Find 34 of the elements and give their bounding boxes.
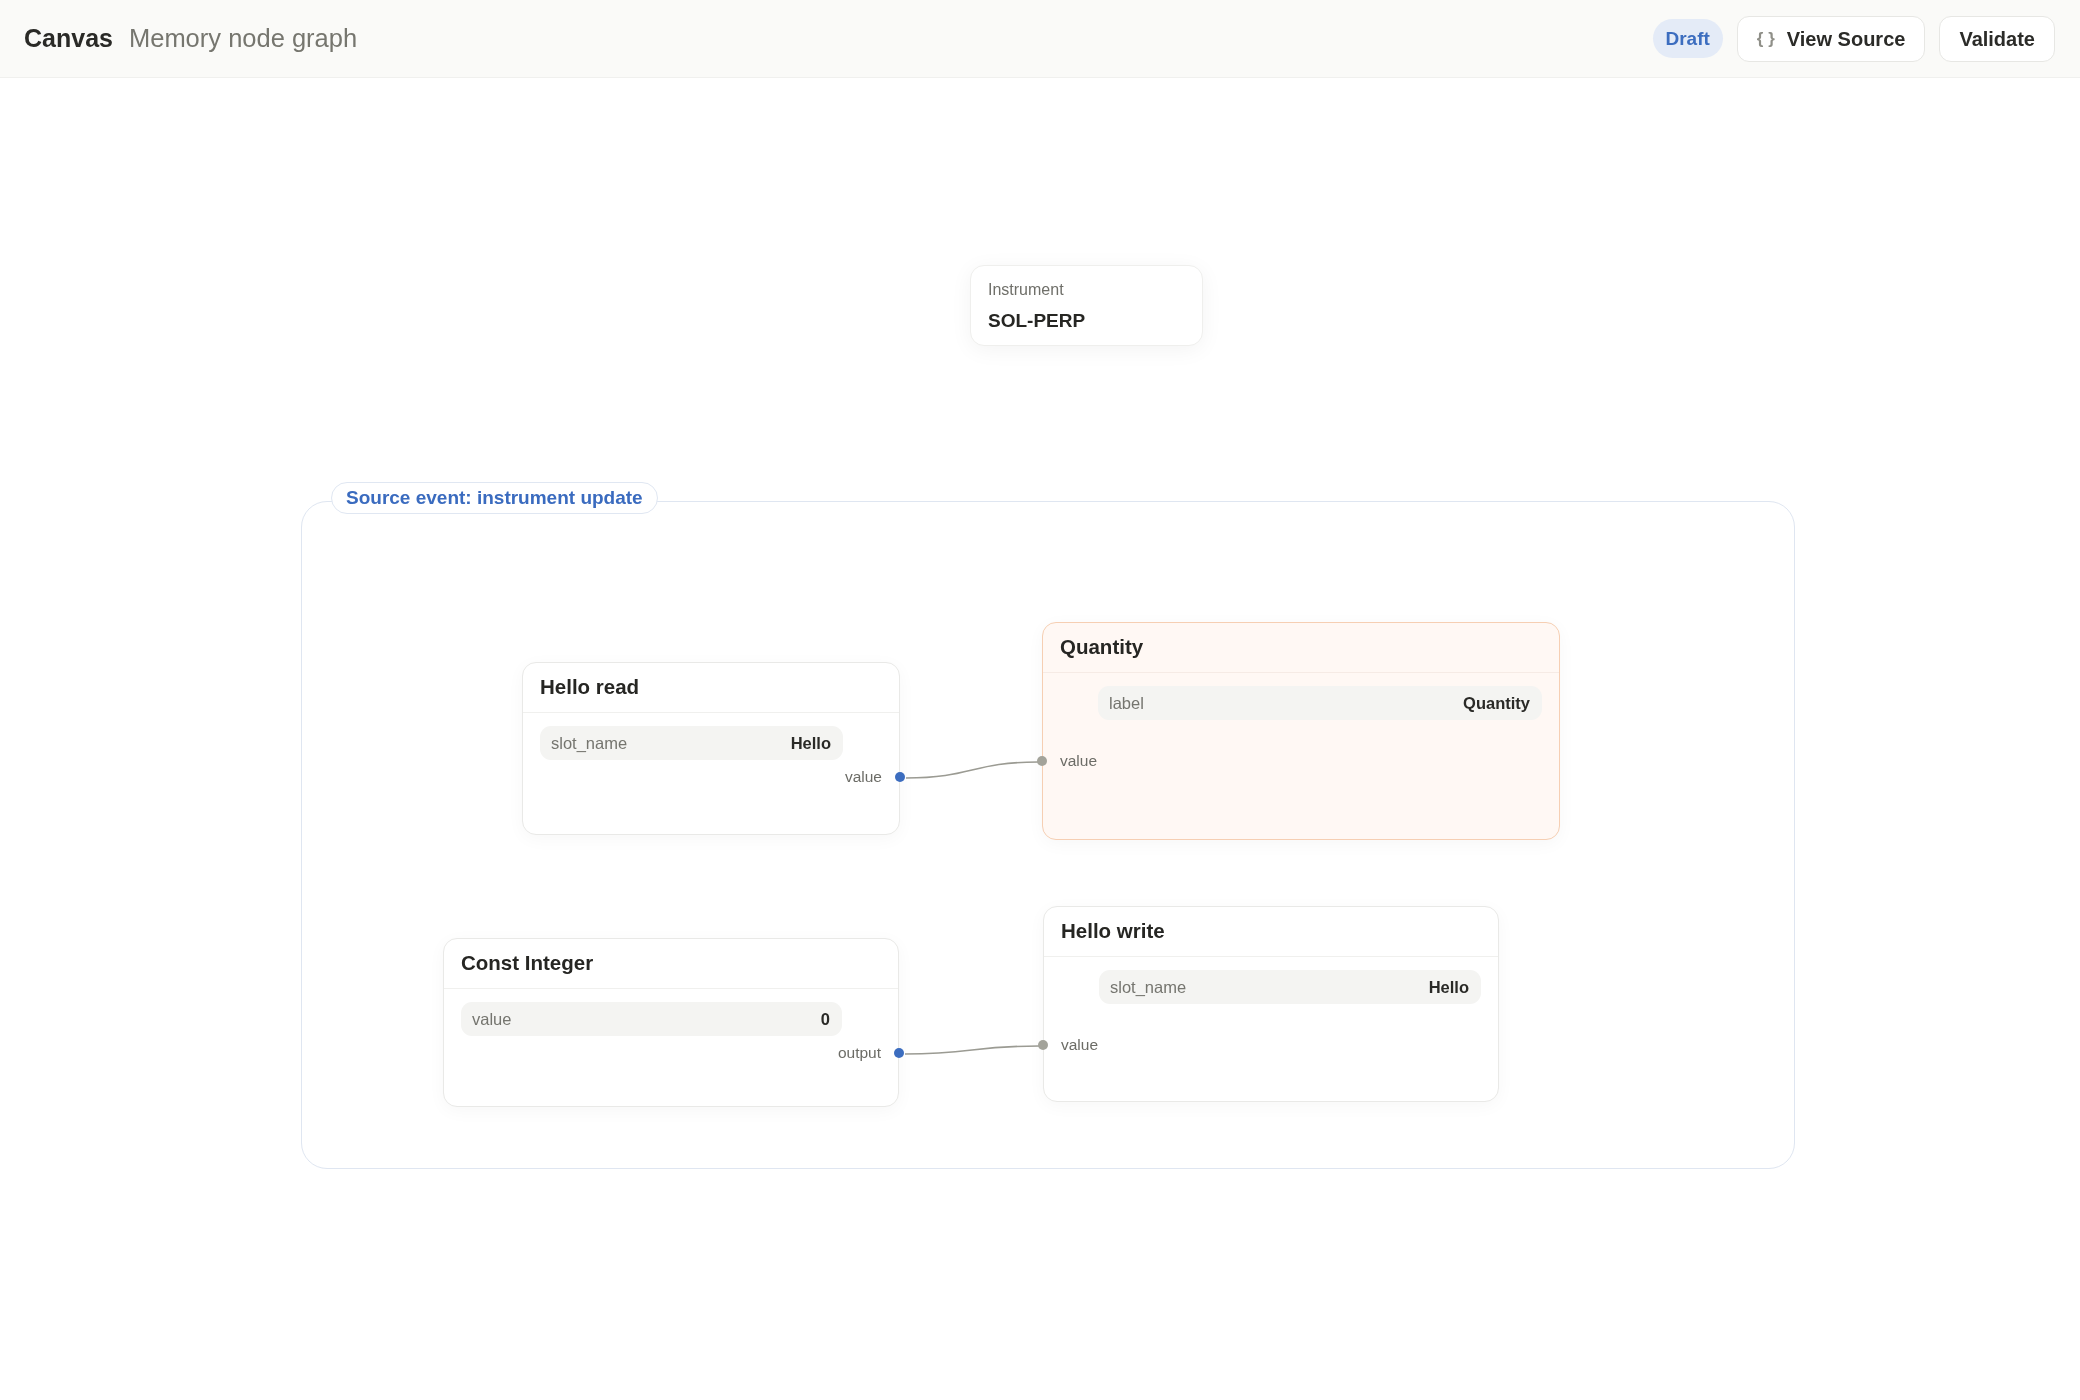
param-row[interactable]: label Quantity xyxy=(1098,686,1542,720)
port-dot-icon[interactable] xyxy=(1037,756,1047,766)
node-title: Hello write xyxy=(1061,918,1165,945)
param-row[interactable]: value 0 xyxy=(461,1002,842,1036)
param-value: 0 xyxy=(820,1008,830,1030)
port-dot-icon[interactable] xyxy=(895,772,905,782)
param-value: Hello xyxy=(1428,976,1469,998)
value-node-label: Instrument xyxy=(988,280,1065,300)
braces-icon: { } xyxy=(1756,25,1775,52)
port-label: value xyxy=(844,767,882,788)
port-label: value xyxy=(1060,751,1098,772)
app-title: Canvas xyxy=(24,23,113,55)
value-node-value: SOL-PERP xyxy=(988,310,1087,332)
param-value: Hello xyxy=(790,732,831,754)
node-title: Hello read xyxy=(540,674,640,701)
port-label: value xyxy=(1061,1035,1099,1056)
status-badge: Draft xyxy=(1652,19,1723,58)
validate-button[interactable]: Validate xyxy=(1939,15,2055,62)
value-node-card[interactable]: Instrument SOL-PERP xyxy=(970,265,1203,346)
view-source-button[interactable]: { } View Source xyxy=(1736,15,1926,62)
port-label: output xyxy=(837,1043,881,1064)
group-label: Source event: instrument update xyxy=(331,482,658,514)
node-title: Const Integer xyxy=(461,950,594,977)
param-name: slot_name xyxy=(551,732,628,754)
param-name: value xyxy=(472,1008,512,1030)
port-dot-icon[interactable] xyxy=(894,1048,904,1058)
param-name: label xyxy=(1109,692,1144,714)
port-dot-icon[interactable] xyxy=(1038,1040,1048,1050)
param-row[interactable]: slot_name Hello xyxy=(540,726,843,760)
param-row[interactable]: slot_name Hello xyxy=(1099,970,1481,1004)
param-value: Quantity xyxy=(1463,692,1530,714)
param-name: slot_name xyxy=(1110,976,1187,998)
app-subtitle: Memory node graph xyxy=(128,23,358,55)
node-title: Quantity xyxy=(1060,634,1144,661)
